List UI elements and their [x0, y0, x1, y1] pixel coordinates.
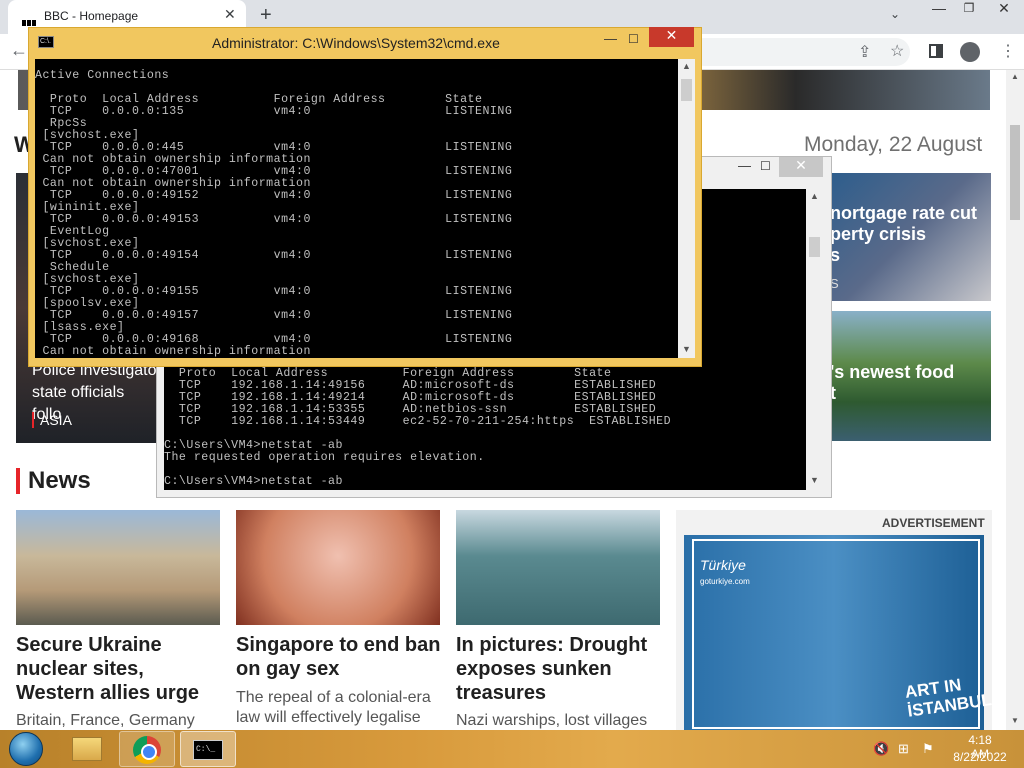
headline-line: perty crisis	[830, 224, 927, 244]
news-card-title[interactable]: In pictures: Drought exposes sunken trea…	[456, 633, 666, 705]
console-output: Proto Local Address Foreign Address Stat…	[164, 368, 671, 488]
cmd-icon: C:\_	[193, 740, 223, 760]
taskbar-cmd-button[interactable]: C:\_	[180, 731, 236, 767]
console-line: Can not obtain ownership information	[35, 345, 311, 358]
cmd-admin-maximize-button[interactable]: ☐	[628, 32, 639, 46]
profile-avatar-icon[interactable]	[960, 42, 980, 62]
mortgage-story-headline[interactable]: nortgage rate cut perty crisis s	[830, 203, 995, 266]
tab-search-button[interactable]: ⌄	[890, 7, 900, 21]
browser-menu-icon[interactable]: ⋮	[1000, 41, 1016, 61]
start-button[interactable]	[6, 730, 46, 768]
news-card-title[interactable]: Secure Ukraine nuclear sites, Western al…	[16, 633, 226, 705]
news-card-title[interactable]: Singapore to end ban on gay sex	[236, 633, 446, 681]
new-tab-button[interactable]: +	[260, 4, 272, 27]
cmd-app-icon[interactable]: C:\.	[38, 36, 54, 48]
chrome-icon	[133, 736, 161, 764]
console-line: C:\Users\VM4>netstat -ab	[164, 475, 343, 488]
headline-line: 's newest food	[830, 362, 955, 382]
clock-date[interactable]: 8/22/2022	[952, 750, 1008, 764]
cmd-admin-console[interactable]: Active Connections Proto Local Address F…	[35, 59, 678, 358]
network-icon[interactable]: ⊞	[898, 741, 914, 757]
scroll-up-icon[interactable]: ▲	[810, 191, 819, 201]
cmd-user-close-button[interactable]: ✕	[779, 157, 823, 177]
page-scrollbar[interactable]: ▲ ▼	[1006, 70, 1024, 730]
cmd-admin-scrollbar[interactable]: ▲ ▼	[678, 59, 695, 358]
side-panel-icon[interactable]	[929, 44, 943, 58]
console-line: TCP 192.168.1.14:53449 ec2-52-70-211-254…	[164, 415, 672, 428]
tab-title: BBC - Homepage	[44, 9, 139, 23]
advertisement-brand: Türkiye	[700, 557, 746, 573]
cmd-user-maximize-button[interactable]: ☐	[760, 159, 771, 173]
cmd-user-minimize-button[interactable]: —	[738, 158, 751, 173]
news-card-summary: Britain, France, Germany	[16, 712, 195, 729]
scrollbar-thumb[interactable]	[681, 79, 692, 101]
advertisement-url: goturkiye.com	[700, 577, 750, 586]
folder-icon	[72, 737, 102, 761]
headline-line: t	[830, 383, 836, 403]
address-bar[interactable]	[690, 38, 910, 66]
action-center-flag-icon[interactable]: ⚑	[922, 741, 938, 757]
news-card-image[interactable]	[456, 510, 660, 625]
news-section-heading[interactable]: News	[16, 468, 91, 494]
console-line: TCP 0.0.0.0:135 vm4:0 LISTENING	[35, 105, 513, 118]
food-story-headline[interactable]: 's newest food t	[830, 362, 995, 404]
headline-line: s	[830, 245, 841, 265]
page-date: Monday, 22 August	[804, 133, 983, 156]
cmd-admin-title: Administrator: C:\Windows\System32\cmd.e…	[212, 35, 500, 51]
cmd-admin-minimize-button[interactable]: —	[604, 31, 617, 46]
browser-minimize-button[interactable]: —	[924, 0, 954, 22]
taskbar-explorer-button[interactable]	[60, 731, 116, 767]
console-line: The requested operation requires elevati…	[164, 451, 485, 464]
news-card-summary: Nazi warships, lost villages	[456, 712, 648, 729]
scroll-down-icon[interactable]: ▼	[682, 344, 691, 354]
news-card-image[interactable]	[236, 510, 440, 625]
news-card-summary: The repeal of a colonial-era law will ef…	[236, 689, 431, 726]
scroll-up-icon[interactable]: ▲	[1011, 72, 1019, 81]
scroll-down-icon[interactable]: ▼	[1011, 716, 1019, 725]
browser-restore-button[interactable]: ❐	[954, 1, 984, 23]
taskbar-chrome-button[interactable]	[119, 731, 175, 767]
cmd-user-scrollbar[interactable]: ▲ ▼	[806, 189, 823, 490]
headline-line: nortgage rate cut	[830, 203, 978, 223]
windows-logo-icon	[9, 732, 43, 766]
volume-muted-icon[interactable]: 🔇	[873, 741, 889, 757]
section-tag-asia[interactable]: ASIA	[32, 412, 72, 428]
browser-close-button[interactable]: ✕	[984, 0, 1024, 22]
cmd-admin-close-button[interactable]: ✕	[649, 27, 694, 47]
tab-close-icon[interactable]: ✕	[224, 6, 236, 23]
scroll-up-icon[interactable]: ▲	[682, 61, 691, 71]
bookmark-star-icon[interactable]: ☆	[890, 41, 904, 61]
scroll-down-icon[interactable]: ▼	[810, 475, 819, 485]
scrollbar-thumb[interactable]	[1010, 125, 1020, 220]
share-icon[interactable]: ⇪	[858, 42, 871, 62]
back-button[interactable]: ←	[10, 40, 28, 61]
bbc-favicon-icon	[22, 13, 38, 26]
console-output: Active Connections Proto Local Address F…	[35, 70, 512, 358]
news-card-image[interactable]	[16, 510, 220, 625]
scrollbar-thumb[interactable]	[809, 237, 820, 257]
console-line: Active Connections	[35, 69, 170, 82]
advertisement-label: ADVERTISEMENT	[882, 516, 985, 530]
